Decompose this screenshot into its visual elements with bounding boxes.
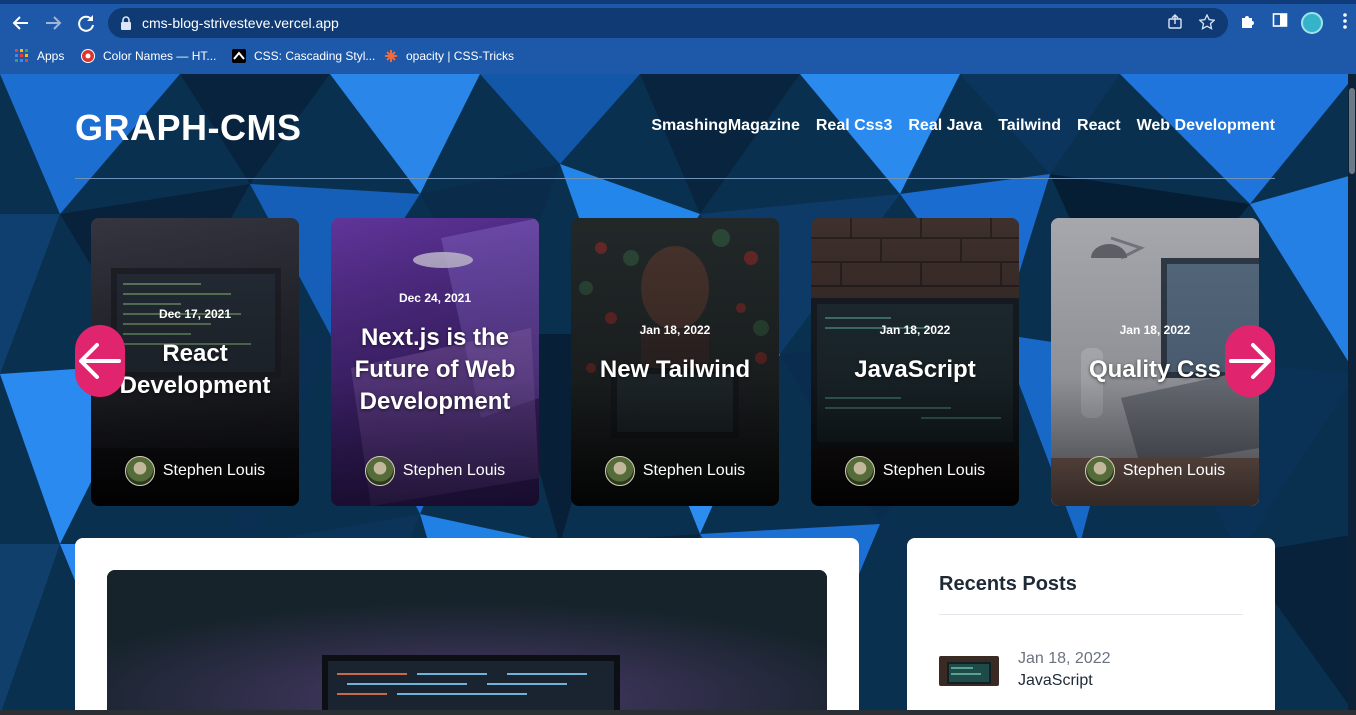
forward-arrow-icon[interactable] bbox=[42, 12, 64, 34]
card-author: Stephen Louis bbox=[571, 456, 779, 486]
recent-posts-heading: Recents Posts bbox=[939, 573, 1077, 595]
nav-link-real-css3[interactable]: Real Css3 bbox=[816, 117, 893, 135]
author-avatar bbox=[364, 456, 395, 486]
post-image bbox=[107, 570, 827, 715]
author-avatar bbox=[124, 456, 155, 486]
extensions-puzzle-icon[interactable] bbox=[1237, 12, 1259, 34]
featured-post-card[interactable]: Dec 24, 2021 Next.js is the Future of We… bbox=[331, 218, 539, 506]
author-avatar bbox=[604, 456, 635, 486]
author-avatar bbox=[844, 456, 875, 486]
nav-link-tailwind[interactable]: Tailwind bbox=[998, 117, 1061, 135]
site-logo-title[interactable]: GRAPH-CMS bbox=[75, 107, 302, 149]
header-divider bbox=[75, 178, 1275, 179]
browser-toolbar: cms-blog-strivesteve.vercel.app Apps Col… bbox=[0, 0, 1356, 74]
address-bar[interactable]: cms-blog-strivesteve.vercel.app bbox=[108, 8, 1228, 38]
author-name: Stephen Louis bbox=[162, 462, 266, 479]
bookmark-apps[interactable]: Apps bbox=[15, 47, 64, 65]
recent-post-title[interactable]: JavaScript bbox=[1018, 672, 1093, 690]
card-author: Stephen Louis bbox=[331, 456, 539, 486]
arrow-left-icon bbox=[79, 343, 121, 379]
page-scrollbar[interactable] bbox=[1348, 74, 1356, 715]
web-page: GRAPH-CMS SmashingMagazine Real Css3 Rea… bbox=[0, 74, 1356, 715]
card-title: Next.js is the Future of Web Development bbox=[354, 324, 516, 415]
bookmark-css-tricks[interactable]: opacity | CSS-Tricks bbox=[384, 47, 514, 65]
carousel-next-button[interactable] bbox=[1225, 325, 1275, 397]
reload-icon[interactable] bbox=[75, 12, 97, 34]
url-text[interactable]: cms-blog-strivesteve.vercel.app bbox=[142, 15, 339, 31]
arrow-right-icon bbox=[1229, 343, 1271, 379]
color-names-icon bbox=[81, 49, 95, 63]
thumbnail-image bbox=[939, 656, 999, 686]
post-card-panel bbox=[75, 538, 859, 715]
carousel-prev-button[interactable] bbox=[75, 325, 125, 397]
recent-posts-widget: Recents Posts Jan 18, 2022 JavaScript bbox=[907, 538, 1275, 715]
recent-post-thumbnail[interactable] bbox=[939, 656, 999, 686]
bottom-edge bbox=[0, 710, 1356, 715]
author-name: Stephen Louis bbox=[1122, 462, 1226, 479]
nav-link-smashingmagazine[interactable]: SmashingMagazine bbox=[651, 117, 799, 135]
kebab-menu-icon[interactable] bbox=[1334, 12, 1356, 34]
featured-post-card[interactable]: Jan 18, 2022 New Tailwind Stephen Louis bbox=[571, 218, 779, 506]
widget-divider bbox=[939, 614, 1243, 615]
nav-link-web-development[interactable]: Web Development bbox=[1137, 117, 1275, 135]
post-featured-image[interactable] bbox=[107, 570, 827, 715]
bookmark-mdn-css[interactable]: CSS: Cascading Styl... bbox=[232, 47, 375, 65]
card-title: New Tailwind bbox=[599, 356, 751, 383]
bookmark-color-names[interactable]: Color Names — HT... bbox=[81, 47, 216, 65]
author-name: Stephen Louis bbox=[402, 462, 506, 479]
lock-icon bbox=[120, 16, 132, 30]
card-date: Jan 18, 2022 bbox=[639, 323, 711, 337]
card-title: JavaScript bbox=[854, 356, 976, 383]
card-date: Jan 18, 2022 bbox=[879, 323, 951, 337]
nav-link-real-java[interactable]: Real Java bbox=[908, 117, 982, 135]
card-author: Stephen Louis bbox=[91, 456, 299, 486]
author-name: Stephen Louis bbox=[882, 462, 986, 479]
card-date: Dec 24, 2021 bbox=[398, 291, 472, 305]
back-arrow-icon[interactable] bbox=[10, 12, 32, 34]
bookmark-label: CSS: Cascading Styl... bbox=[254, 49, 376, 63]
card-author: Stephen Louis bbox=[1051, 456, 1259, 486]
bookmarks-bar: Apps Color Names — HT... CSS: Cascading … bbox=[0, 44, 1356, 66]
featured-post-card[interactable]: Jan 18, 2022 JavaScript Stephen Louis bbox=[811, 218, 1019, 506]
author-avatar bbox=[1084, 456, 1115, 486]
bookmark-label: Color Names — HT... bbox=[103, 49, 217, 63]
bookmark-label: Apps bbox=[37, 49, 65, 63]
side-panel-icon[interactable] bbox=[1269, 12, 1291, 34]
author-name: Stephen Louis bbox=[642, 462, 746, 479]
nav-link-react[interactable]: React bbox=[1077, 117, 1121, 135]
profile-avatar-icon[interactable] bbox=[1301, 12, 1323, 34]
recent-post-date: Jan 18, 2022 bbox=[1018, 650, 1111, 667]
tab-strip bbox=[0, 0, 1356, 4]
bookmark-label: opacity | CSS-Tricks bbox=[406, 49, 515, 63]
card-title: React Development bbox=[119, 340, 271, 399]
scrollbar-thumb[interactable] bbox=[1349, 88, 1355, 174]
bookmark-star-icon[interactable] bbox=[1198, 13, 1216, 32]
css-tricks-icon bbox=[384, 49, 398, 63]
card-date: Dec 17, 2021 bbox=[158, 307, 232, 321]
card-title: Quality Css bbox=[1088, 356, 1222, 383]
category-nav: SmashingMagazine Real Css3 Real Java Tai… bbox=[651, 117, 1275, 135]
apps-grid-icon bbox=[15, 49, 29, 63]
mdn-icon bbox=[232, 49, 246, 63]
share-icon[interactable] bbox=[1166, 14, 1184, 32]
card-author: Stephen Louis bbox=[811, 456, 1019, 486]
